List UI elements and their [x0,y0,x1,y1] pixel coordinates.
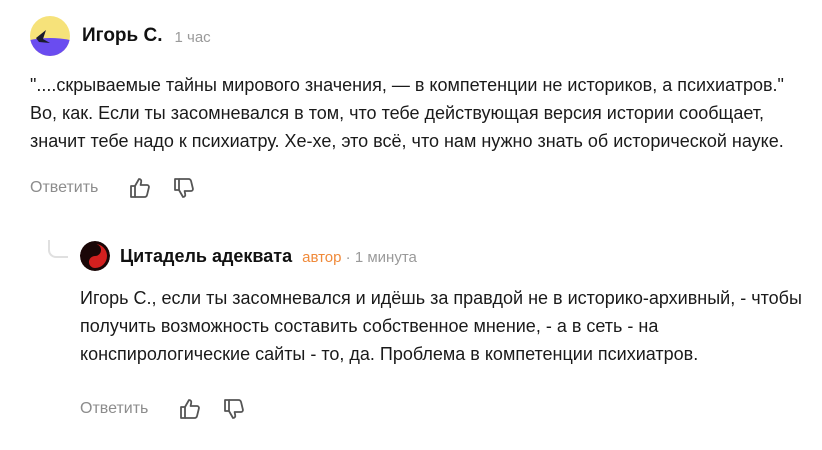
thumbs-up-icon[interactable] [178,397,202,421]
thread-line [48,240,68,258]
comment-meta: автор · 1 минута [302,249,417,266]
author-name[interactable]: Цитадель адеквата [120,246,292,267]
author-name[interactable]: Игорь С. [82,25,163,47]
avatar[interactable] [80,241,110,271]
comment-time: 1 минута [354,249,417,266]
comment-header: Цитадель адеквата автор · 1 минута [80,240,810,272]
author-badge: автор [302,249,342,266]
comment-actions: Ответить [30,175,810,201]
comment-text: "....скрываемые тайны мирового значения,… [30,75,784,151]
comment-time: 1 час [174,29,211,46]
avatar[interactable] [30,16,70,56]
reply-button[interactable]: Ответить [80,400,148,418]
comment-1: Игорь С. 1 час "....скрываемые тайны мир… [30,16,810,201]
comment-header: Игорь С. 1 час [30,16,810,56]
thumbs-up-icon[interactable] [128,176,152,200]
comment-2: Цитадель адеквата автор · 1 минута Игорь… [80,240,810,422]
comment-actions: Ответить [80,396,810,422]
meta-separator: · [341,249,355,266]
comment-text: Игорь С., если ты засомневался и идёшь з… [80,288,802,364]
reply-button[interactable]: Ответить [30,179,98,197]
thumbs-down-icon[interactable] [222,397,246,421]
thumbs-down-icon[interactable] [172,176,196,200]
